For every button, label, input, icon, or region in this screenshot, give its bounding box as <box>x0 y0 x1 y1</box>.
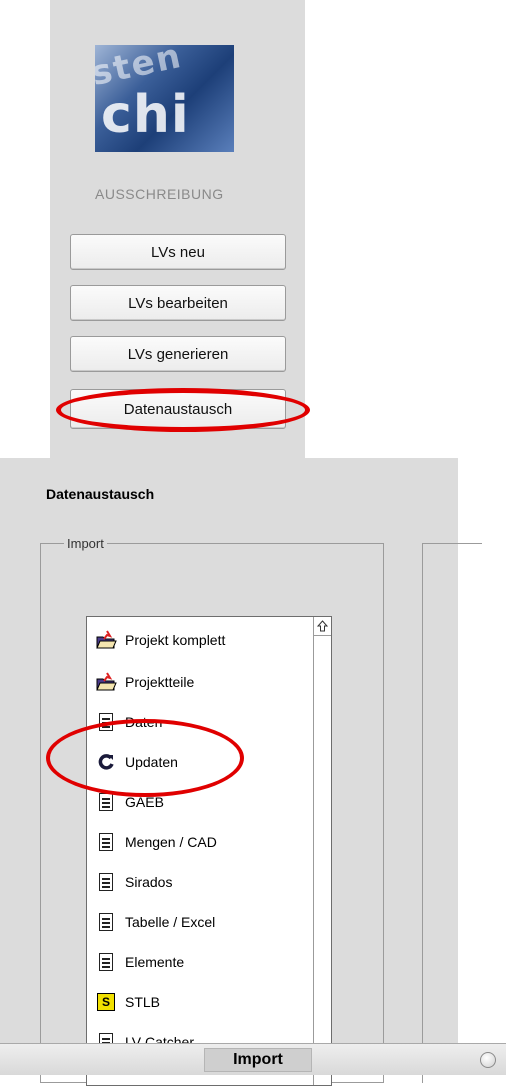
list-item-elemente[interactable]: Elemente <box>95 949 184 975</box>
list-item-daten[interactable]: Daten <box>95 709 162 735</box>
folder-import-icon <box>95 629 117 651</box>
datenaustausch-button[interactable]: Datenaustausch <box>70 389 286 429</box>
stlb-icon: S <box>95 991 117 1013</box>
list-item-tabelle-excel[interactable]: Tabelle / Excel <box>95 909 215 935</box>
list-item-label: Projekt komplett <box>125 632 226 648</box>
document-icon <box>95 831 117 853</box>
status-circle-icon[interactable] <box>480 1052 496 1068</box>
list-scrollbar[interactable] <box>313 617 331 1085</box>
list-item-label: Updaten <box>125 754 178 770</box>
document-icon <box>95 711 117 733</box>
list-item-label: Tabelle / Excel <box>125 914 216 930</box>
status-label: Import <box>204 1048 312 1072</box>
list-item-projekt-komplett[interactable]: Projekt komplett <box>95 627 225 653</box>
sidebar-heading: AUSSCHREIBUNG <box>95 186 224 202</box>
list-item-mengen-cad[interactable]: Mengen / CAD <box>95 829 217 855</box>
lvs-generieren-button[interactable]: LVs generieren <box>70 336 286 372</box>
document-icon <box>95 871 117 893</box>
secondary-group <box>422 543 482 1083</box>
list-item-label: Projektteile <box>125 674 195 690</box>
status-bar: Import <box>0 1043 506 1075</box>
document-icon <box>95 791 117 813</box>
list-item-gaeb[interactable]: GAEB <box>95 789 164 815</box>
import-list[interactable]: Projekt komplett Projektteile Daten Upda… <box>86 616 332 1086</box>
list-item-label: STLB <box>125 994 161 1010</box>
list-item-stlb[interactable]: S STLB <box>95 989 160 1015</box>
list-item-updaten[interactable]: Updaten <box>95 749 178 775</box>
document-icon <box>95 911 117 933</box>
list-item-label: GAEB <box>125 794 164 810</box>
list-item-label: Mengen / CAD <box>125 834 217 850</box>
lvs-bearbeiten-button[interactable]: LVs bearbeiten <box>70 285 286 321</box>
scroll-up-arrow-icon[interactable] <box>314 617 331 636</box>
lvs-neu-button[interactable]: LVs neu <box>70 234 286 270</box>
list-item-sirados[interactable]: Sirados <box>95 869 172 895</box>
list-item-label: Elemente <box>125 954 185 970</box>
list-item-label: Sirados <box>125 874 173 890</box>
folder-import-icon <box>95 671 117 693</box>
section-title: Datenaustausch <box>46 486 155 502</box>
list-item-label: Daten <box>125 714 163 730</box>
logo-text-main: chi <box>101 85 190 145</box>
document-icon <box>95 951 117 973</box>
app-logo: sten chi <box>95 45 234 152</box>
list-item-projektteile[interactable]: Projektteile <box>95 669 194 695</box>
import-group-label: Import <box>64 536 107 551</box>
refresh-icon <box>95 751 117 773</box>
